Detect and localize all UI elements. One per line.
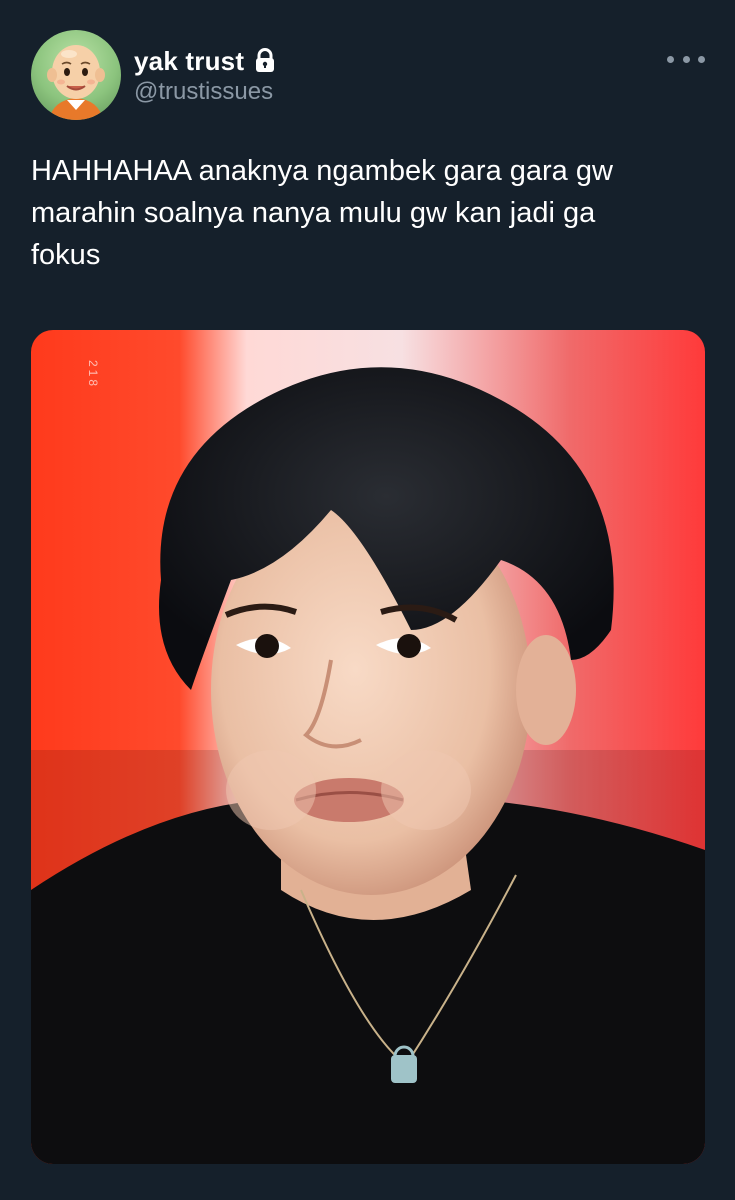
avatar[interactable] [31, 30, 121, 120]
photo-watermark: 218 [86, 360, 100, 390]
more-options-button[interactable] [664, 46, 708, 72]
more-horizontal-icon [667, 55, 674, 63]
more-dot [682, 55, 690, 63]
tweet-text: HAHHAHAA anaknya ngambek gara gara gw ma… [31, 155, 613, 271]
author-display-name[interactable]: yak trust [134, 46, 244, 77]
more-dot [698, 55, 705, 63]
author-name-row: yak trust [134, 44, 276, 78]
author-handle[interactable]: @trustissues [134, 78, 273, 106]
tweet-photo[interactable]: 218 [31, 330, 705, 1164]
lock-icon [254, 48, 276, 74]
tweet: yak trust @trustissues HAHHAHAA anaknya … [0, 0, 735, 1200]
